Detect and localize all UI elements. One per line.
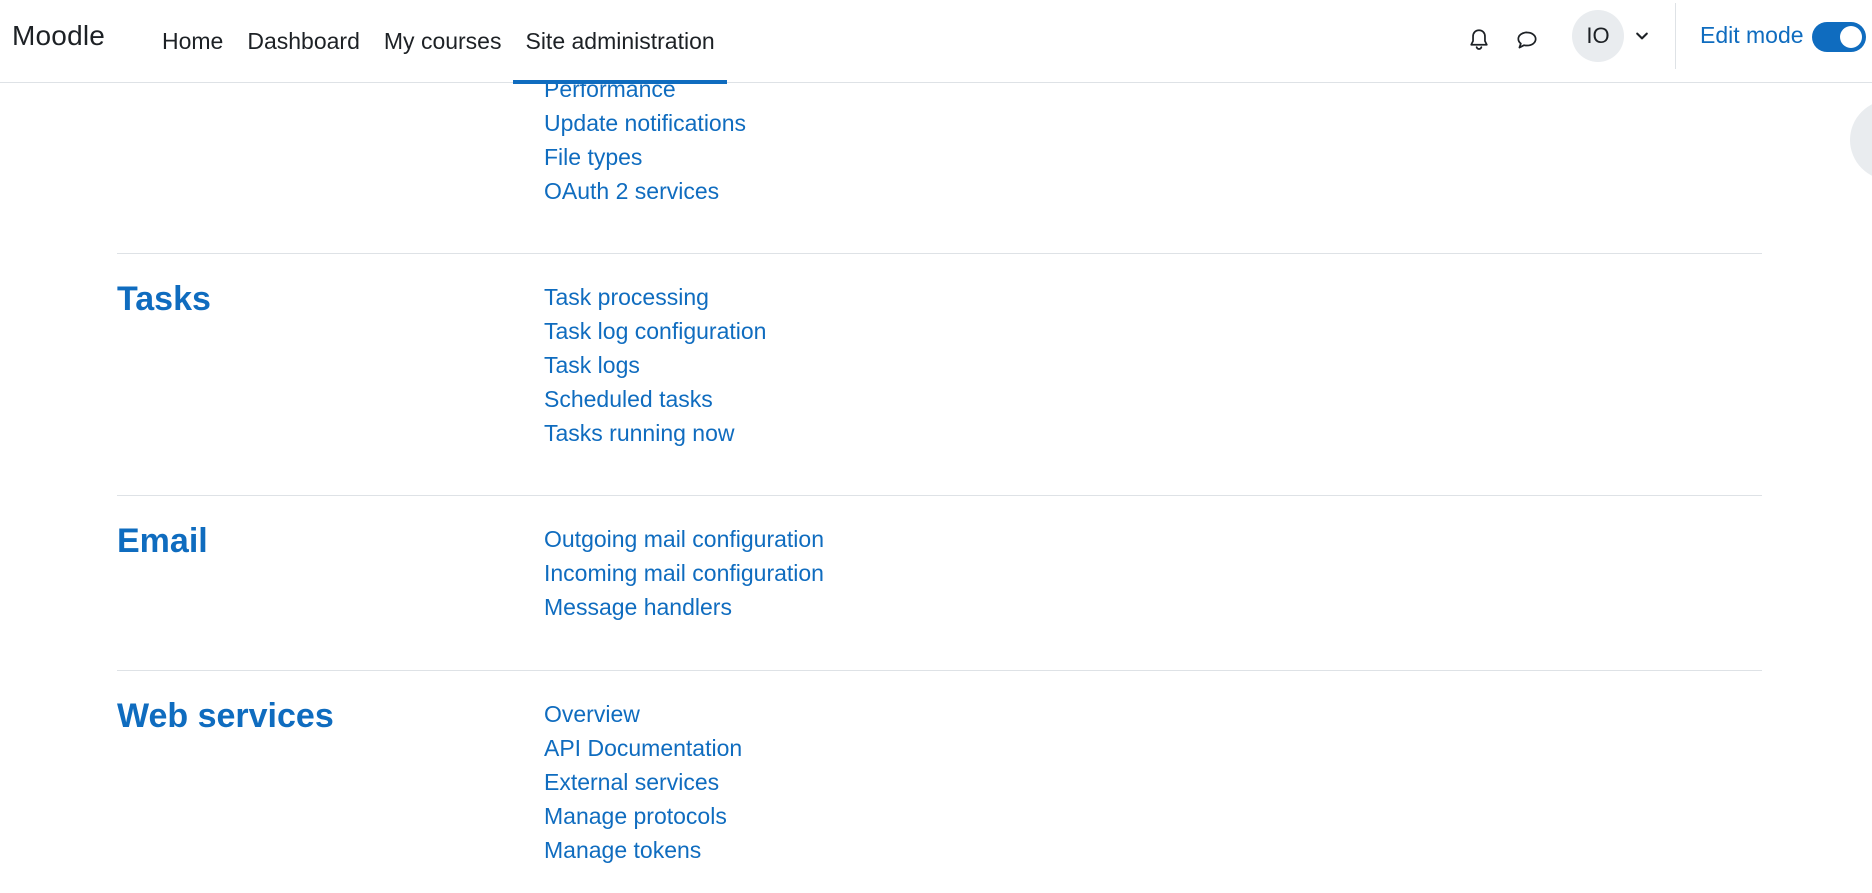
web-services-link-list: Overview API Documentation External serv… [544, 697, 742, 867]
section-email: Email Outgoing mail configuration Incomi… [117, 495, 1762, 670]
nav-site-administration[interactable]: Site administration [513, 0, 727, 84]
server-link-list: Performance Update notifications File ty… [544, 72, 746, 208]
link-scheduled-tasks[interactable]: Scheduled tasks [544, 382, 766, 416]
link-oauth2-services[interactable]: OAuth 2 services [544, 174, 746, 208]
user-avatar[interactable]: IO [1572, 10, 1624, 62]
notifications-button[interactable] [1461, 22, 1497, 58]
section-title-email[interactable]: Email [117, 522, 208, 561]
link-task-log-configuration[interactable]: Task log configuration [544, 314, 766, 348]
link-incoming-mail-configuration[interactable]: Incoming mail configuration [544, 556, 824, 590]
nav-dashboard[interactable]: Dashboard [235, 0, 372, 83]
section-web-services: Web services Overview API Documentation … [117, 670, 1762, 893]
messages-button[interactable] [1509, 22, 1545, 58]
link-overview[interactable]: Overview [544, 697, 742, 731]
link-outgoing-mail-configuration[interactable]: Outgoing mail configuration [544, 522, 824, 556]
nav-home[interactable]: Home [150, 0, 235, 83]
chevron-down-icon [1636, 32, 1648, 40]
link-tasks-running-now[interactable]: Tasks running now [544, 416, 766, 450]
link-manage-tokens[interactable]: Manage tokens [544, 833, 742, 867]
link-update-notifications[interactable]: Update notifications [544, 106, 746, 140]
section-tasks: Tasks Task processing Task log configura… [117, 253, 1762, 495]
link-file-types[interactable]: File types [544, 140, 746, 174]
nav-my-courses[interactable]: My courses [372, 0, 514, 83]
user-menu-toggle[interactable] [1632, 26, 1652, 46]
navbar-divider [1675, 3, 1676, 69]
section-title-web-services[interactable]: Web services [117, 697, 334, 736]
link-api-documentation[interactable]: API Documentation [544, 731, 742, 765]
link-manage-protocols[interactable]: Manage protocols [544, 799, 742, 833]
email-link-list: Outgoing mail configuration Incoming mai… [544, 522, 824, 624]
block-drawer-toggle[interactable] [1850, 100, 1872, 180]
chat-bubble-icon [1517, 31, 1537, 49]
main-content: Performance Update notifications File ty… [0, 0, 1872, 893]
link-task-processing[interactable]: Task processing [544, 280, 766, 314]
primary-navigation: Home Dashboard My courses Site administr… [150, 0, 727, 84]
toggle-knob [1840, 26, 1862, 48]
bell-icon [1470, 29, 1488, 50]
link-message-handlers[interactable]: Message handlers [544, 590, 824, 624]
edit-mode-toggle[interactable] [1812, 22, 1866, 52]
edit-mode-label[interactable]: Edit mode [1700, 22, 1804, 49]
tasks-link-list: Task processing Task log configuration T… [544, 280, 766, 450]
section-server: Performance Update notifications File ty… [117, 70, 1762, 253]
section-title-tasks[interactable]: Tasks [117, 280, 211, 319]
site-brand[interactable]: Moodle [12, 20, 105, 52]
link-external-services[interactable]: External services [544, 765, 742, 799]
top-navbar: Moodle Home Dashboard My courses Site ad… [0, 0, 1872, 84]
link-task-logs[interactable]: Task logs [544, 348, 766, 382]
